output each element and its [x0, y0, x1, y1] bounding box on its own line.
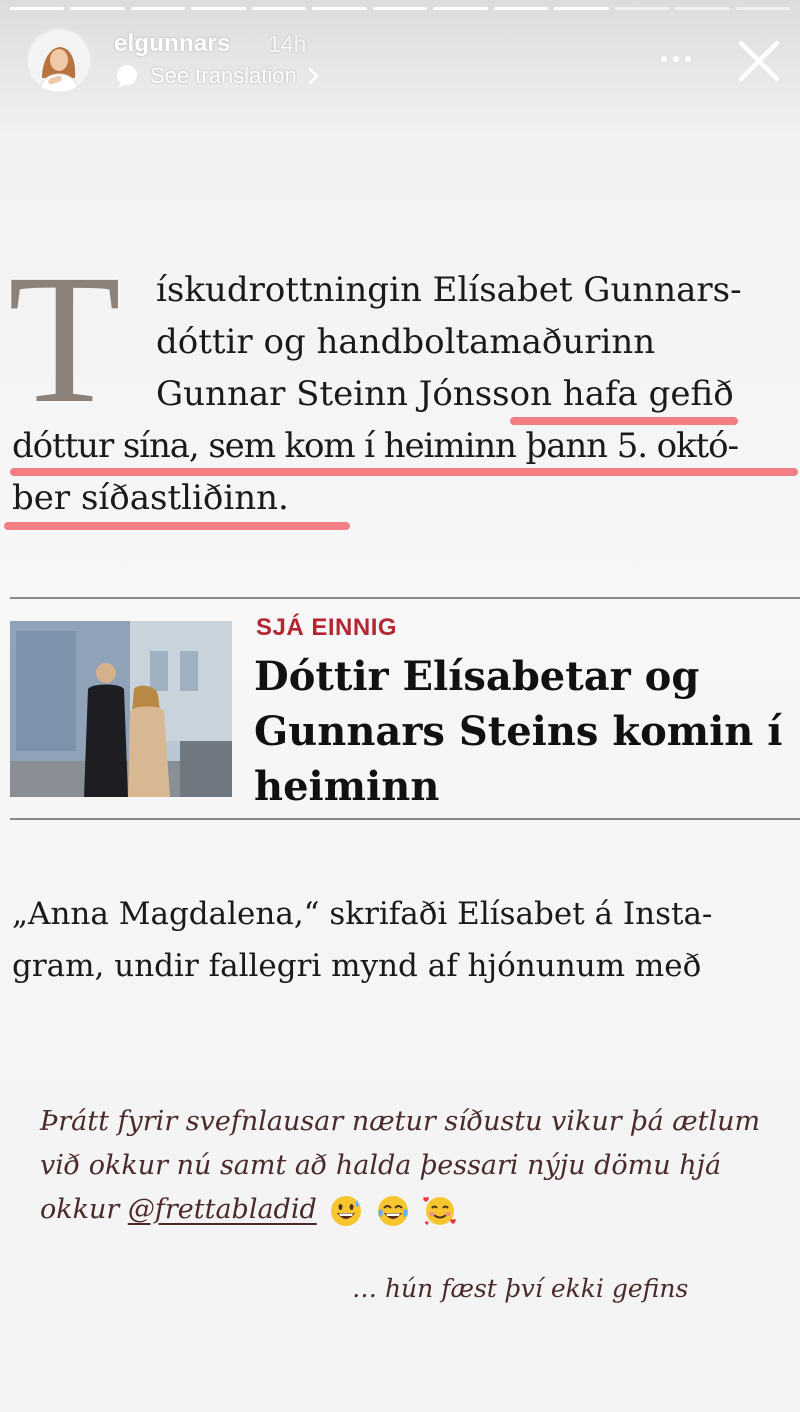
- tears-of-joy-emoji: [377, 1195, 408, 1226]
- mention-link[interactable]: @frettabladid: [128, 1194, 317, 1225]
- related-headline[interactable]: Dóttir Elísabetar og Gunnars Steins komi…: [254, 649, 794, 814]
- progress-segment: [554, 7, 609, 10]
- article-line: ískudrottningin Elísabet Gunnars-: [156, 270, 742, 310]
- progress-segment: [191, 7, 246, 10]
- translate-bubble-icon: [117, 65, 137, 88]
- article-line: dóttur sína, sem kom í heiminn þann 5. o…: [12, 426, 739, 466]
- article-line: ber síðastliðinn.: [12, 478, 289, 518]
- article-paragraph-2: „Anna Magdalena,“ skrifaði Elísabet á In…: [12, 896, 713, 984]
- story-screen[interactable]: elgunnars 14h See translation T ískudrot…: [0, 0, 800, 1412]
- related-kicker: SJÁ EINNIG: [256, 614, 398, 641]
- story-caption-line2: … hún fæst því ekki gefins: [352, 1274, 689, 1303]
- progress-segment: [614, 7, 670, 10]
- close-icon[interactable]: [736, 38, 782, 84]
- post-time: 14h: [268, 31, 307, 57]
- smiling-hearts-emoji: [422, 1196, 456, 1225]
- divider: [10, 597, 800, 599]
- highlight-underline: [4, 522, 350, 530]
- highlight-underline: [10, 468, 798, 476]
- progress-segment: [70, 7, 125, 10]
- username[interactable]: elgunnars: [114, 30, 231, 58]
- drop-cap: T: [8, 237, 122, 442]
- article-line: Gunnar Steinn Jónsson hafa gefið: [156, 374, 734, 414]
- see-translation-label: See translation: [150, 63, 297, 88]
- grinning-sweat-emoji: [331, 1195, 362, 1226]
- progress-segment: [735, 7, 791, 10]
- related-article-photo[interactable]: [10, 621, 232, 797]
- avatar[interactable]: [26, 28, 92, 94]
- chevron-right-icon: [308, 67, 318, 85]
- profile-photo: [28, 30, 90, 92]
- progress-segment: [312, 7, 367, 10]
- progress-segment: [251, 7, 307, 10]
- progress-segment: [10, 7, 65, 10]
- story-progress-bar: [10, 7, 791, 10]
- more-dots-icon[interactable]: [656, 44, 696, 74]
- progress-segment: [130, 7, 186, 10]
- progress-segment: [433, 7, 488, 10]
- see-translation-link[interactable]: See translation: [114, 63, 321, 89]
- story-caption: Þrátt fyrir svefnlausar nætur síðustu vi…: [40, 1100, 780, 1232]
- highlight-underline: [510, 417, 738, 425]
- divider: [10, 818, 800, 820]
- progress-segment: [675, 7, 730, 10]
- progress-segment: [372, 7, 428, 10]
- couple-photo: [10, 621, 232, 797]
- article-line: dóttir og handboltamaðurinn: [156, 322, 656, 362]
- progress-segment: [493, 7, 549, 10]
